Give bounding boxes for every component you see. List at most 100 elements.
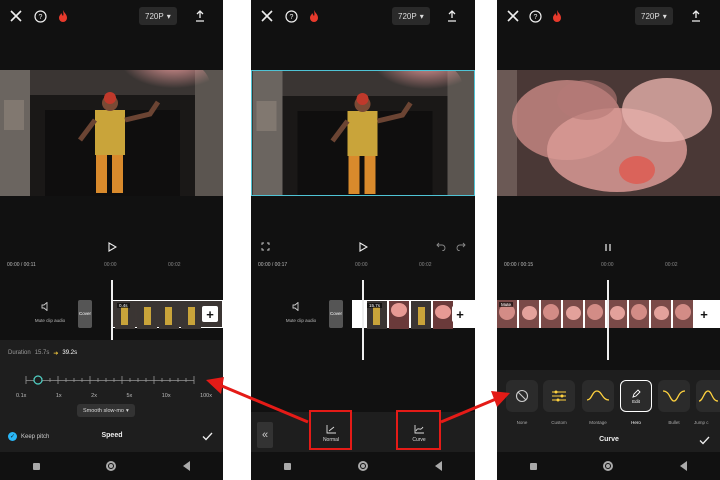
- recents-icon[interactable]: [530, 462, 538, 470]
- preset-label: Custom: [551, 420, 567, 425]
- recents-icon[interactable]: [284, 462, 292, 470]
- pause-icon[interactable]: [601, 240, 615, 254]
- montage-curve-icon: [586, 390, 610, 401]
- export-icon[interactable]: [689, 8, 703, 24]
- flame-icon[interactable]: [56, 8, 70, 24]
- clip-duration-badge: 15.7s: [367, 303, 383, 308]
- chevron-down-icon: ▾: [662, 11, 667, 21]
- play-icon[interactable]: [105, 240, 119, 254]
- panel-title: Curve: [599, 436, 619, 443]
- export-icon[interactable]: [193, 8, 207, 24]
- speaker-icon[interactable]: [40, 300, 52, 312]
- playhead[interactable]: [111, 280, 113, 340]
- home-icon[interactable]: [357, 461, 368, 471]
- back-icon[interactable]: [679, 461, 687, 471]
- clip-badge: Mute: [499, 302, 514, 307]
- cover-label: Cover: [78, 311, 91, 316]
- edit-label: Edit: [632, 398, 640, 404]
- close-icon[interactable]: [259, 8, 275, 24]
- collapse-chevron-icon[interactable]: «: [257, 422, 273, 448]
- resolution-selector[interactable]: 720P ▾: [392, 7, 430, 25]
- resolution-label: 720P: [398, 11, 417, 21]
- preset-hero-button[interactable]: Edit: [620, 380, 652, 412]
- system-nav-bar: [251, 452, 475, 480]
- tick-label: 00:02: [168, 262, 181, 268]
- add-clip-button[interactable]: +: [696, 306, 712, 322]
- speed-slider-ticks: [25, 375, 195, 385]
- tick-label: 00:00: [104, 262, 117, 268]
- speed-tick-labels: 0.1x 1x 2x 5x 10x 100x: [16, 393, 212, 399]
- add-clip-button[interactable]: +: [202, 306, 218, 322]
- chevron-down-icon: ▾: [419, 11, 424, 21]
- redo-icon[interactable]: [455, 240, 467, 252]
- speed-menu-panel: « Normal Curve: [251, 412, 475, 452]
- preset-jump-cut-button[interactable]: [696, 380, 720, 412]
- timecode: 00:00 / 00:15: [504, 262, 534, 268]
- preset-label: Jump c: [694, 420, 709, 425]
- video-preview[interactable]: [251, 70, 475, 196]
- close-icon[interactable]: [505, 8, 521, 24]
- help-icon[interactable]: ?: [32, 8, 48, 24]
- help-icon[interactable]: ?: [527, 8, 543, 24]
- duration-row: Duration 15.7s ➔ 39.2s: [8, 350, 77, 357]
- speed-tick: 1x: [55, 393, 62, 399]
- arrow-right-icon: ➔: [53, 351, 59, 357]
- cover-thumbnail[interactable]: Cover: [78, 300, 92, 328]
- resolution-label: 720P: [641, 11, 660, 21]
- curve-screen: ? 720P ▾ 00:00 / 00:15 00:00 00:02 Mute …: [497, 0, 720, 480]
- undo-icon[interactable]: [435, 240, 447, 252]
- smooth-slowmo-label: Smooth slow-mo: [83, 407, 124, 414]
- help-icon[interactable]: ?: [283, 8, 299, 24]
- prohibited-icon: [515, 389, 529, 403]
- svg-text:?: ?: [533, 14, 537, 21]
- flame-icon[interactable]: [307, 8, 321, 24]
- cover-label: Cover: [329, 311, 342, 316]
- speed-tick: 5x: [126, 393, 133, 399]
- chevron-down-icon: ▾: [125, 407, 129, 414]
- preset-bullet-button[interactable]: [658, 380, 690, 412]
- confirm-check-icon[interactable]: [697, 434, 711, 446]
- keep-pitch-label: Keep pitch: [21, 433, 50, 440]
- jump-cut-curve-icon: [698, 390, 718, 402]
- tick-label: 00:00: [355, 262, 368, 268]
- clip-speed-badge: 0.4s: [117, 303, 130, 308]
- resolution-selector[interactable]: 720P ▾: [139, 7, 177, 25]
- export-icon[interactable]: [445, 8, 459, 24]
- duration-to: 39.2s: [62, 350, 78, 356]
- cover-thumbnail[interactable]: Cover: [329, 300, 343, 328]
- speed-panel: Duration 15.7s ➔ 39.2s 0.1x 1x 2x 5x 10x…: [0, 340, 223, 452]
- preset-montage-button[interactable]: [582, 380, 614, 412]
- chevron-down-icon: ▾: [166, 11, 171, 21]
- close-icon[interactable]: [8, 8, 24, 24]
- play-icon[interactable]: [356, 240, 370, 254]
- svg-text:?: ?: [38, 14, 42, 21]
- speaker-icon[interactable]: [291, 300, 303, 312]
- back-icon[interactable]: [434, 461, 442, 471]
- timecode: 00:00 / 00:17: [258, 262, 288, 268]
- preset-none-button[interactable]: [506, 380, 538, 412]
- video-frame-image: [252, 71, 474, 195]
- duration-label: Duration: [8, 350, 31, 356]
- confirm-check-icon[interactable]: [200, 430, 214, 442]
- fullscreen-icon[interactable]: [259, 240, 271, 252]
- pencil-icon: [631, 388, 641, 398]
- speed-tick: 2x: [91, 393, 97, 399]
- curve-highlight-box: [396, 410, 441, 450]
- resolution-selector[interactable]: 720P ▾: [635, 7, 673, 25]
- keep-pitch-toggle[interactable]: ✓ Keep pitch: [8, 432, 49, 441]
- add-clip-button[interactable]: +: [452, 306, 468, 322]
- video-preview[interactable]: [0, 70, 223, 196]
- back-icon[interactable]: [182, 461, 190, 471]
- preset-custom-button[interactable]: [543, 380, 575, 412]
- playhead[interactable]: [607, 280, 609, 360]
- flame-icon[interactable]: [550, 8, 564, 24]
- home-icon[interactable]: [603, 461, 614, 471]
- speed-tick: 0.1x: [16, 393, 27, 399]
- home-icon[interactable]: [106, 461, 117, 471]
- video-preview[interactable]: [497, 70, 720, 196]
- smooth-slowmo-dropdown[interactable]: Smooth slow-mo ▾: [77, 404, 135, 417]
- recents-icon[interactable]: [33, 462, 41, 470]
- playhead[interactable]: [362, 280, 364, 360]
- mute-clip-label: Mute clip audio: [34, 318, 66, 323]
- duration-from: 15.7s: [34, 350, 50, 356]
